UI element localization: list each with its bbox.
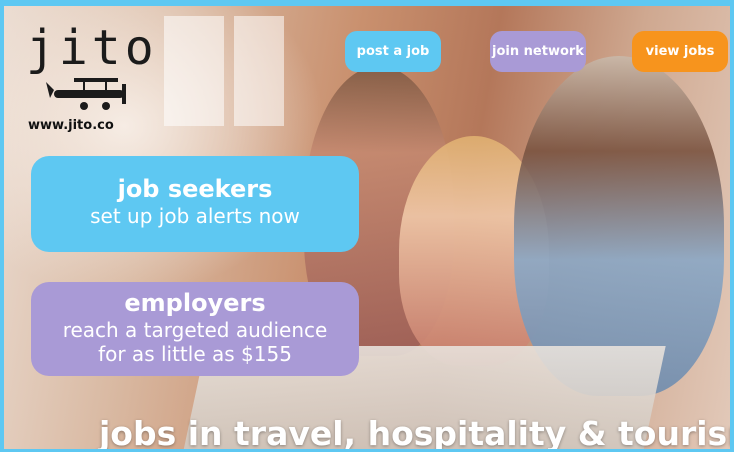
banner-ad: jito www.jito.co post a job join network… (0, 0, 734, 452)
logo-text: jito (26, 20, 158, 76)
employers-line-1: reach a targeted audience (62, 318, 328, 342)
employers-line-2: for as little as $155 (98, 342, 292, 366)
job-seekers-title: job seekers (117, 175, 273, 203)
employers-title: employers (124, 289, 266, 317)
window-pane (234, 16, 284, 126)
person-right (514, 56, 724, 396)
tagline: jobs in travel, hospitality & tourism (99, 414, 734, 452)
website-url[interactable]: www.jito.co (28, 118, 114, 133)
job-seekers-panel[interactable]: job seekers set up job alerts now (31, 156, 359, 252)
employers-panel[interactable]: employers reach a targeted audience for … (31, 282, 359, 376)
job-seekers-subtitle: set up job alerts now (90, 204, 300, 228)
join-network-button[interactable]: join network (490, 31, 586, 72)
logo[interactable]: jito www.jito.co (24, 20, 154, 140)
window-pane (164, 16, 224, 126)
airplane-icon (46, 78, 126, 110)
view-jobs-button[interactable]: view jobs (632, 31, 728, 72)
post-a-job-button[interactable]: post a job (345, 31, 441, 72)
